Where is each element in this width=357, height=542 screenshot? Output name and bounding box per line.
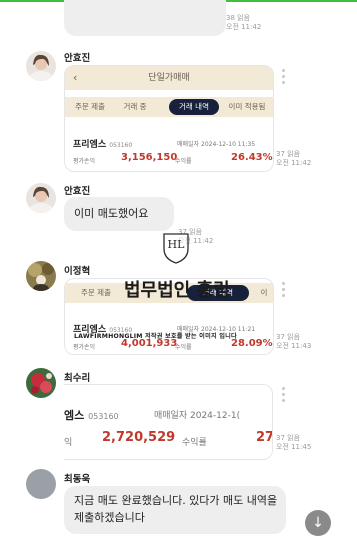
- arrow-down-icon[interactable]: ↓: [305, 510, 331, 536]
- tab-applied[interactable]: 이미 적용됨: [223, 99, 271, 115]
- pl-value: 2,720,529: [102, 430, 176, 445]
- read-count: 37 읽음: [276, 150, 301, 158]
- tab-trade-history[interactable]: 거래 내역: [187, 285, 249, 301]
- message-text: 지금 매도 완료했습니다. 있다가 매도 내역을 제출하겠습니다: [74, 494, 278, 524]
- avatar[interactable]: [26, 261, 56, 291]
- more-vertical-icon[interactable]: [282, 282, 285, 300]
- tab-bar: 주문 제출 거래 내역 이: [65, 283, 273, 303]
- tab-trade-history[interactable]: 거래 내역: [169, 99, 219, 115]
- message-time: 오전 11:42: [226, 23, 262, 31]
- pl-label: 평가손익: [73, 344, 96, 351]
- sender-name: 안효진: [64, 53, 91, 64]
- sender-name: 안효진: [64, 186, 91, 197]
- message-meta: 37 읽음 오전 11:43: [276, 333, 311, 351]
- message-time: 오전 11:45: [276, 443, 312, 451]
- tab-applied[interactable]: 이: [257, 285, 271, 301]
- trade-card[interactable]: 주문 제출 거래 내역 이 프리엠스 053160 매매일자 2024-12-1…: [64, 278, 274, 355]
- rate-value: 26.43%: [231, 152, 273, 163]
- trade-date: 매매일자 2024-12-10 11:35: [177, 141, 256, 148]
- pl-value: 3,156,150: [121, 152, 178, 163]
- trade-date: 매매일자 2024-12-10 11:21: [177, 326, 256, 333]
- message-time: 오전 11:43: [276, 342, 312, 350]
- rate-label: 수익률: [175, 344, 192, 351]
- message-time: 오전 11:42: [276, 159, 312, 167]
- stock-code: 053160: [88, 412, 119, 421]
- rate-value: 27.: [256, 430, 272, 445]
- read-count: 38 읽음: [226, 14, 251, 22]
- trade-date: 매매일자 2024-12-1(: [154, 411, 241, 421]
- rate-value: 28.09%: [231, 338, 273, 349]
- trade-card[interactable]: 엠스 053160 매매일자 2024-12-1( 익 2,720,529 수익…: [64, 384, 273, 460]
- more-vertical-icon[interactable]: [282, 69, 285, 87]
- read-count: 37 읽음: [276, 434, 301, 442]
- message-meta: 37 읽음 오전 11:42: [276, 150, 311, 168]
- tab-order-submit[interactable]: 주문 제출: [69, 99, 111, 115]
- avatar[interactable]: [26, 368, 56, 398]
- sender-name: 최동욱: [64, 474, 91, 485]
- tab-order-submit[interactable]: 주문 제출: [71, 285, 121, 301]
- chevron-left-icon[interactable]: ‹: [73, 66, 77, 90]
- rate-label: 수익률: [175, 158, 192, 165]
- avatar[interactable]: [26, 183, 56, 213]
- tab-trading[interactable]: 거래 중: [115, 99, 155, 115]
- card-header: ‹ 단일가매매: [65, 66, 273, 90]
- stock-code: 053160: [109, 327, 133, 334]
- message-time: 오전 11:42: [178, 237, 214, 245]
- read-count: 37 읽음: [276, 333, 301, 341]
- tab-bar: 주문 제출 거래 중 거래 내역 이미 적용됨: [65, 97, 273, 117]
- sender-name: 이정혁: [64, 266, 91, 277]
- stock-name: 프리엠스 053160: [73, 325, 133, 335]
- rate-label: 수익률: [182, 438, 207, 448]
- avatar[interactable]: [26, 469, 56, 499]
- more-vertical-icon[interactable]: [282, 387, 285, 405]
- stock-code: 053160: [109, 142, 133, 149]
- pl-label: 익: [64, 438, 73, 448]
- message-bubble-previous[interactable]: [64, 0, 226, 36]
- trade-card[interactable]: ‹ 단일가매매 주문 제출 거래 중 거래 내역 이미 적용됨 프리엠스 053…: [64, 65, 274, 172]
- stock-name: 프리엠스 053160: [73, 140, 133, 150]
- message-bubble[interactable]: 이미 매도했어요: [64, 197, 174, 231]
- message-bubble[interactable]: 지금 매도 완료했습니다. 있다가 매도 내역을 제출하겠습니다: [64, 486, 286, 534]
- card-title: 단일가매매: [148, 73, 190, 83]
- read-count: 37 읽음: [178, 228, 203, 236]
- avatar[interactable]: [26, 51, 56, 81]
- stock-name: 엠스 053160: [64, 409, 119, 422]
- message-meta: 37 읽음 오전 11:42: [178, 228, 213, 246]
- pl-label: 평가손익: [73, 158, 96, 165]
- pl-value: 4,001,933: [121, 338, 178, 349]
- sender-name: 최수리: [64, 373, 91, 384]
- message-meta: 38 읽음 오전 11:42: [226, 14, 261, 32]
- message-text: 이미 매도했어요: [74, 207, 149, 220]
- message-meta: 37 읽음 오전 11:45: [276, 434, 311, 452]
